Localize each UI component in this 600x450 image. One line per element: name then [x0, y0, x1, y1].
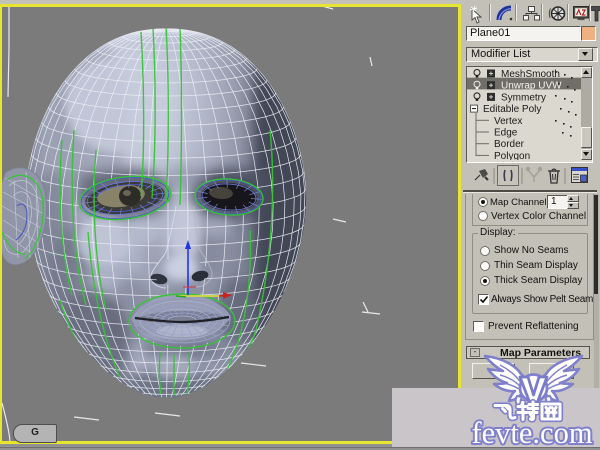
- svg-text:fevte.com: fevte.com: [471, 416, 592, 450]
